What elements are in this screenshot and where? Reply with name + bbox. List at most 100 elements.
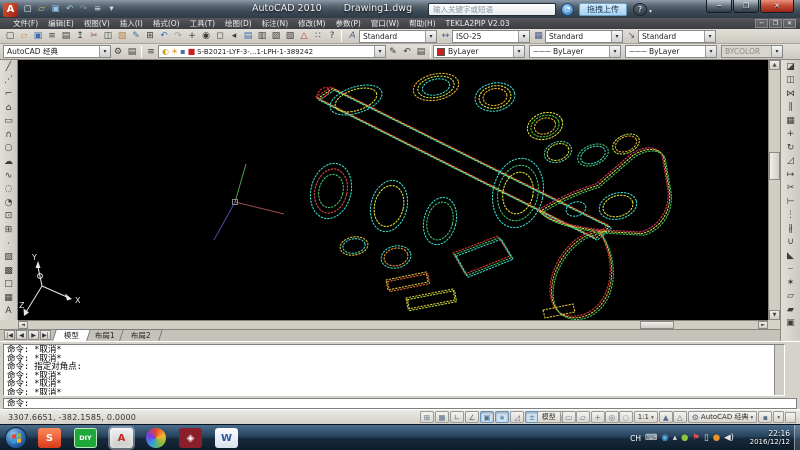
draworder-back-icon[interactable]: ▰ — [784, 303, 798, 317]
update-icon[interactable]: ● — [713, 434, 720, 443]
make-block-icon[interactable]: ⊞ — [2, 223, 16, 237]
osnap-toggle[interactable]: ▣ — [480, 411, 494, 423]
polyline-icon[interactable]: ⌐ — [2, 87, 16, 101]
match-properties-icon[interactable]: ✎ — [129, 30, 143, 43]
expand-tray-icon[interactable]: ▴ — [673, 434, 677, 443]
new-icon[interactable]: ▢ — [3, 30, 17, 43]
menu-tools[interactable]: 工具(T) — [185, 18, 220, 29]
model-space-button[interactable]: 模型 — [537, 411, 561, 423]
undo-icon[interactable]: ↶ — [157, 30, 171, 43]
trim-icon[interactable]: ✂ — [784, 182, 798, 196]
help-button[interactable]: ? — [633, 3, 647, 16]
doc-minimize-button[interactable]: ─ — [755, 19, 768, 28]
join-icon[interactable]: ∪ — [784, 236, 798, 250]
scroll-down-icon[interactable]: ▼ — [769, 310, 780, 320]
clock[interactable]: 22:16 2016/12/12 — [750, 429, 790, 447]
copy-object-icon[interactable]: ◫ — [784, 74, 798, 88]
help-icon[interactable]: ? — [325, 30, 339, 43]
close-button[interactable]: ✕ — [760, 0, 794, 13]
quick-view-layouts-icon[interactable]: ▭ — [562, 411, 576, 423]
chamfer-icon[interactable]: ◣ — [784, 249, 798, 263]
layer-combo[interactable]: ◐☀▪■ S-B2021-LYF-3-...1-LPH-1-389242 — [158, 45, 386, 58]
open-icon[interactable]: ▱ — [17, 30, 31, 43]
menu-draw[interactable]: 绘图(D) — [220, 18, 257, 29]
zoom-previous-icon[interactable]: ◂ — [227, 30, 241, 43]
coordinates-readout[interactable]: 3307.6651, -382.1585, 0.0000 — [8, 413, 136, 422]
plot-icon[interactable]: ≡ — [45, 30, 59, 43]
show-desktop-button[interactable] — [794, 425, 800, 450]
ellipse-arc-icon[interactable]: ◔ — [2, 196, 16, 210]
pan-status-icon[interactable]: + — [591, 411, 605, 423]
construction-line-icon[interactable]: ⋰ — [2, 74, 16, 88]
tab-nav-icon[interactable]: ▶| — [40, 330, 51, 340]
menu-dimension[interactable]: 标注(N) — [257, 18, 293, 29]
start-button[interactable] — [5, 427, 27, 449]
vertical-scrollbar[interactable]: ▲ ▼ — [768, 60, 780, 320]
command-input[interactable]: 命令: — [3, 398, 797, 409]
cut-icon[interactable]: ✂ — [87, 30, 101, 43]
menu-insert[interactable]: 插入(I) — [115, 18, 148, 29]
drawing-canvas[interactable]: Y X Z — [18, 60, 768, 320]
status-menu-button[interactable] — [773, 411, 784, 423]
drawing-area[interactable]: Y X Z — [18, 60, 768, 320]
phone-icon[interactable]: ▯ — [704, 434, 709, 443]
upload-button[interactable]: 拖拽上传 — [579, 3, 627, 16]
toolbar-lock-button[interactable]: ▪ — [758, 411, 772, 423]
taskbar-player-icon[interactable]: ◈ — [179, 428, 202, 448]
qat-undo-icon[interactable]: ↶ — [63, 3, 76, 16]
insert-block-icon[interactable]: ⊡ — [2, 210, 16, 224]
language-indicator[interactable]: CH — [630, 434, 641, 443]
alert-icon[interactable]: ⚑ — [692, 434, 700, 443]
break-at-point-icon[interactable]: ⋮ — [784, 209, 798, 223]
markup-set-manager-icon[interactable]: △ — [297, 30, 311, 43]
spline-icon[interactable]: ∿ — [2, 169, 16, 183]
redo-icon[interactable]: ↷ — [171, 30, 185, 43]
dim-style-combo[interactable]: ↔ ISO-25 — [439, 30, 530, 43]
menu-parametric[interactable]: 参数(P) — [330, 18, 365, 29]
autocad-logo-icon[interactable]: A — [3, 3, 18, 17]
annotation-scale-button[interactable]: 1:1 — [634, 411, 658, 423]
workspace-settings-icon[interactable]: ⚙ — [111, 45, 125, 58]
offset-icon[interactable]: ∥ — [784, 101, 798, 115]
horizontal-scrollbar[interactable]: ◄ ► — [18, 320, 768, 329]
revision-cloud-icon[interactable]: ☁ — [2, 155, 16, 169]
taskbar-sogou-icon[interactable]: S — [38, 428, 61, 448]
menu-format[interactable]: 格式(O) — [148, 18, 185, 29]
scroll-right-icon[interactable]: ► — [758, 321, 768, 329]
polar-toggle[interactable]: ∠ — [465, 411, 479, 423]
draworder-above-icon[interactable]: ▣ — [784, 317, 798, 331]
region-icon[interactable]: □ — [2, 278, 16, 292]
properties-icon[interactable]: ▤ — [241, 30, 255, 43]
table-icon[interactable]: ▦ — [2, 291, 16, 305]
qat-new-icon[interactable]: ▢ — [21, 3, 34, 16]
make-layer-current-icon[interactable]: ✎ — [386, 45, 400, 58]
circle-icon[interactable]: ○ — [2, 142, 16, 156]
annotation-autoscale-icon[interactable]: △ — [673, 411, 687, 423]
scale-icon[interactable]: ◿ — [784, 155, 798, 169]
rectangle-icon[interactable]: ▭ — [2, 114, 16, 128]
menu-tekla2pip[interactable]: TEKLA2PIP V2.03 — [441, 19, 515, 28]
quickcalc-icon[interactable]: ∷ — [311, 30, 325, 43]
draworder-front-icon[interactable]: ▱ — [784, 290, 798, 304]
plot-preview-icon[interactable]: ▤ — [59, 30, 73, 43]
array-icon[interactable]: ▦ — [784, 114, 798, 128]
rotate-icon[interactable]: ↻ — [784, 141, 798, 155]
command-history[interactable]: 命令: *取消*命令: *取消*命令: 指定对角点:命令: *取消*命令: *取… — [3, 344, 785, 396]
maximize-button[interactable]: ❐ — [733, 0, 759, 13]
taskbar-word-icon[interactable]: W — [215, 428, 238, 448]
tool-palettes-icon[interactable]: ▨ — [269, 30, 283, 43]
minimize-button[interactable]: ─ — [706, 0, 732, 13]
layer-states-icon[interactable]: ▤ — [414, 45, 428, 58]
point-icon[interactable]: · — [2, 237, 16, 251]
designcenter-icon[interactable]: ▥ — [255, 30, 269, 43]
menu-edit[interactable]: 编辑(E) — [43, 18, 79, 29]
quick-view-drawings-icon[interactable]: ▱ — [576, 411, 590, 423]
annotation-visibility-icon[interactable]: ▲ — [659, 411, 673, 423]
zoom-status-icon[interactable]: ◎ — [605, 411, 619, 423]
paste-icon[interactable]: ▧ — [115, 30, 129, 43]
communication-center-icon[interactable]: ◔ — [561, 3, 574, 16]
multiline-text-icon[interactable]: A — [2, 305, 16, 319]
hatch-icon[interactable]: ▨ — [2, 250, 16, 264]
save-icon[interactable]: ▣ — [31, 30, 45, 43]
qat-open-icon[interactable]: ▱ — [35, 3, 48, 16]
